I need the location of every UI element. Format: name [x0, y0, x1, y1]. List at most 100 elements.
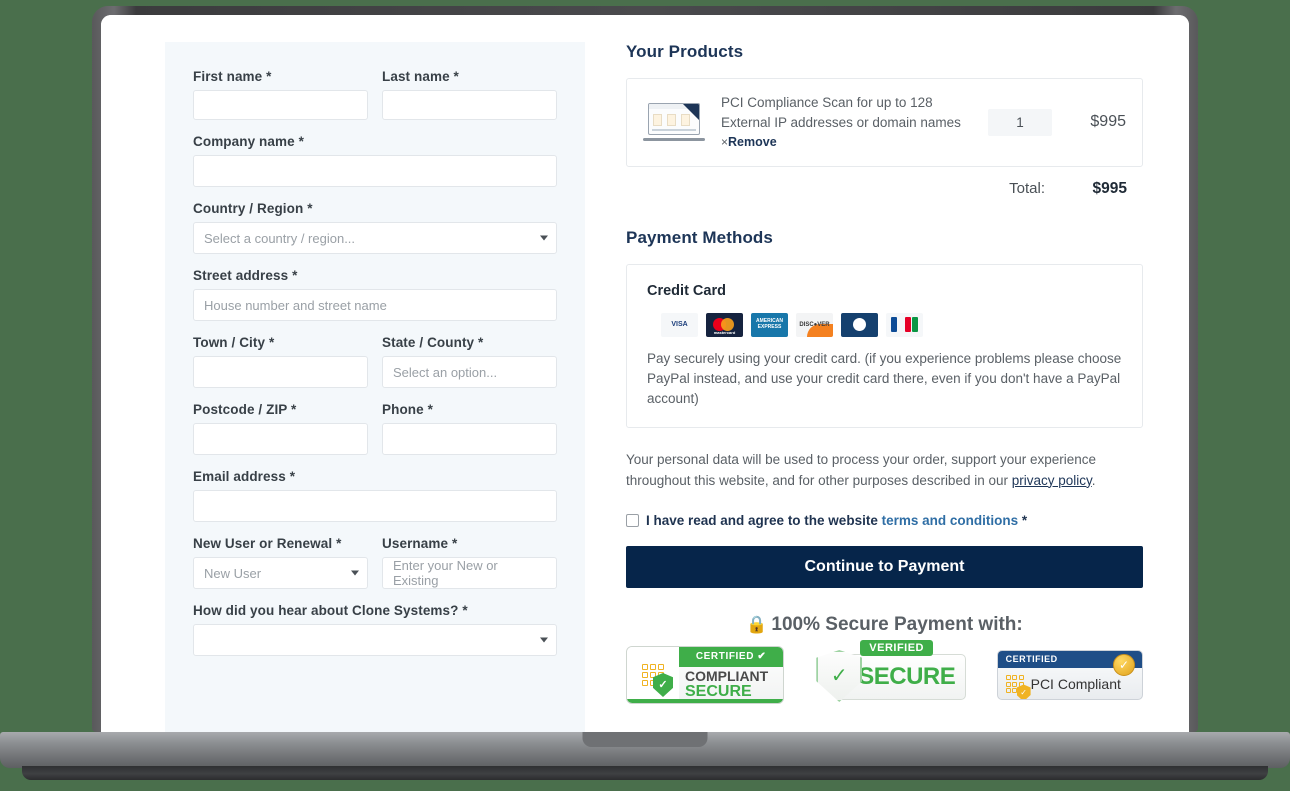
town-city-input[interactable]: [193, 356, 368, 388]
order-total-row: Total: $995: [626, 180, 1143, 198]
required-marker: *: [298, 134, 304, 149]
username-input[interactable]: Enter your New or Existing: [382, 557, 557, 589]
secure-payment-heading: 🔒 100% Secure Payment with:: [746, 613, 1023, 635]
city-state-row: Town / City * State / County * Select an…: [193, 335, 557, 402]
laptop-dashboard-icon: [643, 101, 705, 143]
field-how-did-you-hear: How did you hear about Clone Systems? *: [193, 603, 557, 656]
field-street-address: Street address * House number and street…: [193, 268, 557, 321]
continue-to-payment-button[interactable]: Continue to Payment: [626, 545, 1143, 588]
terms-row: I have read and agree to the website ter…: [626, 513, 1143, 528]
state-county-select[interactable]: Select an option...: [382, 356, 557, 388]
last-name-input[interactable]: [382, 90, 557, 120]
product-name: PCI Compliance Scan for up to 128 Extern…: [721, 95, 961, 150]
checkout-page: First name * Last name * Company name *: [101, 15, 1189, 732]
new-user-or-renewal-select[interactable]: New User: [193, 557, 368, 589]
name-row: First name * Last name *: [193, 69, 557, 134]
street-address-input[interactable]: House number and street name: [193, 289, 557, 321]
label-how-did-you-hear: How did you hear about Clone Systems? *: [193, 603, 468, 618]
product-row: PCI Compliance Scan for up to 128 Extern…: [643, 93, 1126, 152]
pci-compliant-badge: CERTIFIED ✓ PCI Compliant ✓: [996, 649, 1143, 700]
payment-description: Pay securely using your credit card. (if…: [647, 350, 1122, 407]
laptop-lid: First name * Last name * Company name *: [92, 6, 1198, 732]
amex-card-icon: AMERICAN EXPRESS: [751, 312, 788, 337]
field-town-city: Town / City *: [193, 335, 368, 388]
verified-tag: VERIFIED: [860, 639, 933, 656]
laptop-mockup: First name * Last name * Company name *: [0, 0, 1290, 791]
required-marker: *: [307, 201, 313, 216]
required-marker: *: [268, 335, 275, 350]
laptop-foot: [22, 766, 1268, 780]
visa-card-icon: VISA: [661, 312, 698, 337]
label-first-name: First name *: [193, 69, 272, 84]
quantity-input[interactable]: 1: [988, 108, 1052, 136]
required-marker: *: [289, 469, 296, 484]
badge-line-1: COMPLIANT: [685, 668, 769, 685]
terms-checkbox[interactable]: [626, 513, 639, 527]
diners-club-card-icon: [841, 312, 878, 337]
order-summary-column: Your Products PCI Compliance Scan for up…: [626, 42, 1143, 732]
phone-input[interactable]: [382, 423, 557, 455]
email-address-input[interactable]: [193, 490, 557, 522]
label-town-city: Town / City *: [193, 335, 275, 350]
field-first-name: First name *: [193, 69, 368, 120]
total-value: $995: [1092, 179, 1127, 197]
label-postcode-zip: Postcode / ZIP *: [193, 402, 297, 417]
required-marker: *: [336, 536, 342, 551]
laptop-base: [0, 732, 1290, 768]
label-state-county: State / County *: [382, 335, 484, 350]
payment-methods-heading: Payment Methods: [626, 227, 773, 247]
payment-method-box[interactable]: Credit Card VISA mastercard AMERICAN EXPR…: [626, 263, 1143, 429]
field-last-name: Last name *: [382, 69, 557, 120]
field-country-region: Country / Region * Select a country / re…: [193, 201, 557, 254]
first-name-input[interactable]: [193, 90, 368, 120]
terms-and-conditions-link[interactable]: terms and conditions: [882, 513, 1019, 528]
required-marker: *: [462, 603, 468, 618]
field-new-user-or-renewal: New User or Renewal * New User: [193, 536, 368, 589]
check-icon: ✔: [757, 651, 767, 663]
remove-x-icon[interactable]: ×: [721, 135, 728, 149]
pci-compliant-text: PCI Compliant: [1030, 676, 1121, 693]
zip-phone-row: Postcode / ZIP * Phone *: [193, 402, 557, 469]
required-marker: *: [291, 402, 297, 417]
remove-product-link[interactable]: Remove: [728, 135, 777, 149]
your-products-heading: Your Products: [626, 42, 744, 61]
label-new-user-or-renewal: New User or Renewal *: [193, 536, 342, 551]
laptop-screen: First name * Last name * Company name *: [101, 15, 1189, 732]
company-name-input[interactable]: [193, 155, 557, 187]
discover-card-icon: DISC●VER: [796, 312, 833, 337]
total-label: Total:: [1009, 179, 1045, 197]
compliant-secure-badge: ✓ CERTIFIED ✔ COMPLIANT SECURE: [626, 645, 785, 704]
postcode-zip-input[interactable]: [193, 423, 368, 455]
billing-form-panel: First name * Last name * Company name *: [165, 42, 585, 732]
how-did-you-hear-select[interactable]: [193, 624, 557, 656]
label-username: Username *: [382, 536, 458, 551]
qr-dots-icon: ✓: [1005, 675, 1031, 699]
privacy-notice: Your personal data will be used to proce…: [626, 452, 1097, 488]
verified-secure-badge: VERIFIED SECURE ✓: [816, 639, 967, 704]
secure-text: SECURE: [858, 662, 956, 690]
field-state-county: State / County * Select an option...: [382, 335, 557, 388]
accepted-cards: VISA mastercard AMERICAN EXPRESS DISC●VER: [661, 312, 1122, 337]
seal-check-icon: ✓: [1113, 653, 1135, 676]
required-marker: *: [427, 402, 433, 417]
privacy-policy-link[interactable]: privacy policy: [1012, 473, 1092, 488]
user-username-row: New User or Renewal * New User Username …: [193, 536, 557, 603]
trust-badges: ✓ CERTIFIED ✔ COMPLIANT SECURE VERIFIED …: [626, 639, 1143, 704]
field-postcode-zip: Postcode / ZIP *: [193, 402, 368, 455]
label-street-address: Street address *: [193, 268, 298, 283]
products-box: PCI Compliance Scan for up to 128 Extern…: [626, 78, 1143, 167]
mastercard-card-icon: mastercard: [706, 312, 743, 337]
country-region-select[interactable]: Select a country / region...: [193, 222, 557, 254]
laptop-base-notch: [582, 732, 708, 747]
chevron-down-icon: [351, 570, 359, 576]
credit-card-label: Credit Card: [647, 282, 726, 299]
required-marker: *: [478, 335, 484, 350]
required-marker: *: [266, 69, 272, 84]
field-email-address: Email address *: [193, 469, 557, 522]
jcb-card-icon: [886, 312, 923, 337]
field-company-name: Company name *: [193, 134, 557, 187]
field-username: Username * Enter your New or Existing: [382, 536, 557, 589]
shield-icon: ✓: [1016, 684, 1031, 699]
terms-label: I have read and agree to the website ter…: [646, 512, 1028, 528]
required-marker: *: [292, 268, 298, 283]
